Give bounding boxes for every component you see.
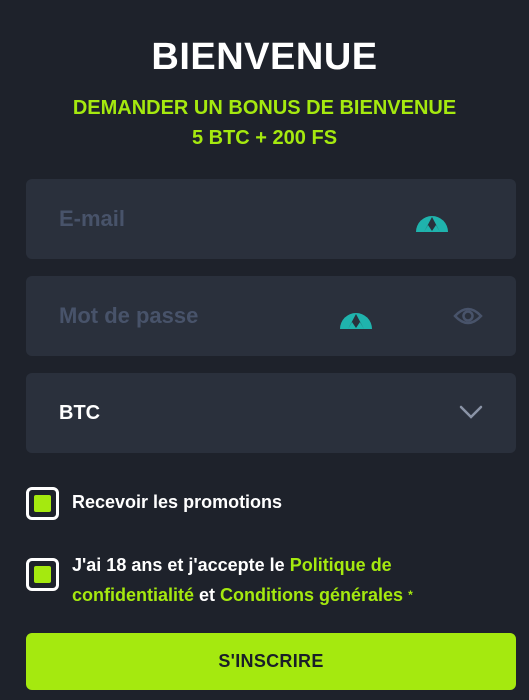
checkbox-checked-mark (34, 495, 51, 512)
chevron-down-icon (459, 405, 483, 419)
eye-icon[interactable] (453, 304, 483, 328)
checkbox-checked-mark (34, 566, 51, 583)
currency-select[interactable]: BTC (26, 373, 516, 453)
promotions-label: Recevoir les promotions (72, 492, 283, 512)
terms-conditions-link[interactable]: Conditions générales (220, 585, 403, 605)
bonus-line-1: DEMANDER UN BONUS DE BIENVENUE (72, 97, 457, 119)
password-placeholder: Mot de passe (59, 303, 199, 328)
currency-value: BTC (59, 402, 101, 424)
terms-text-middle: et (194, 585, 221, 605)
bonus-line-2: 5 BTC + 200 FS (191, 127, 338, 149)
nordpass-mountain-icon[interactable] (415, 205, 449, 233)
nordpass-mountain-icon[interactable] (339, 302, 373, 330)
terms-label: J'ai 18 ans et j'accepte le Politique de… (72, 550, 502, 610)
terms-text-prefix: J'ai 18 ans et j'accepte le (72, 555, 290, 575)
terms-checkbox[interactable] (26, 558, 59, 591)
page-title: BIENVENUE (151, 36, 378, 78)
signup-button[interactable]: S'INSCRIRE (26, 633, 516, 690)
required-mark: * (408, 588, 413, 602)
email-field[interactable]: E-mail (26, 179, 516, 259)
welcome-bonus: DEMANDER UN BONUS DE BIENVENUE 5 BTC + 2… (0, 93, 529, 153)
promotions-checkbox[interactable] (26, 487, 59, 520)
password-field[interactable]: Mot de passe (26, 276, 516, 356)
email-placeholder: E-mail (59, 206, 126, 231)
